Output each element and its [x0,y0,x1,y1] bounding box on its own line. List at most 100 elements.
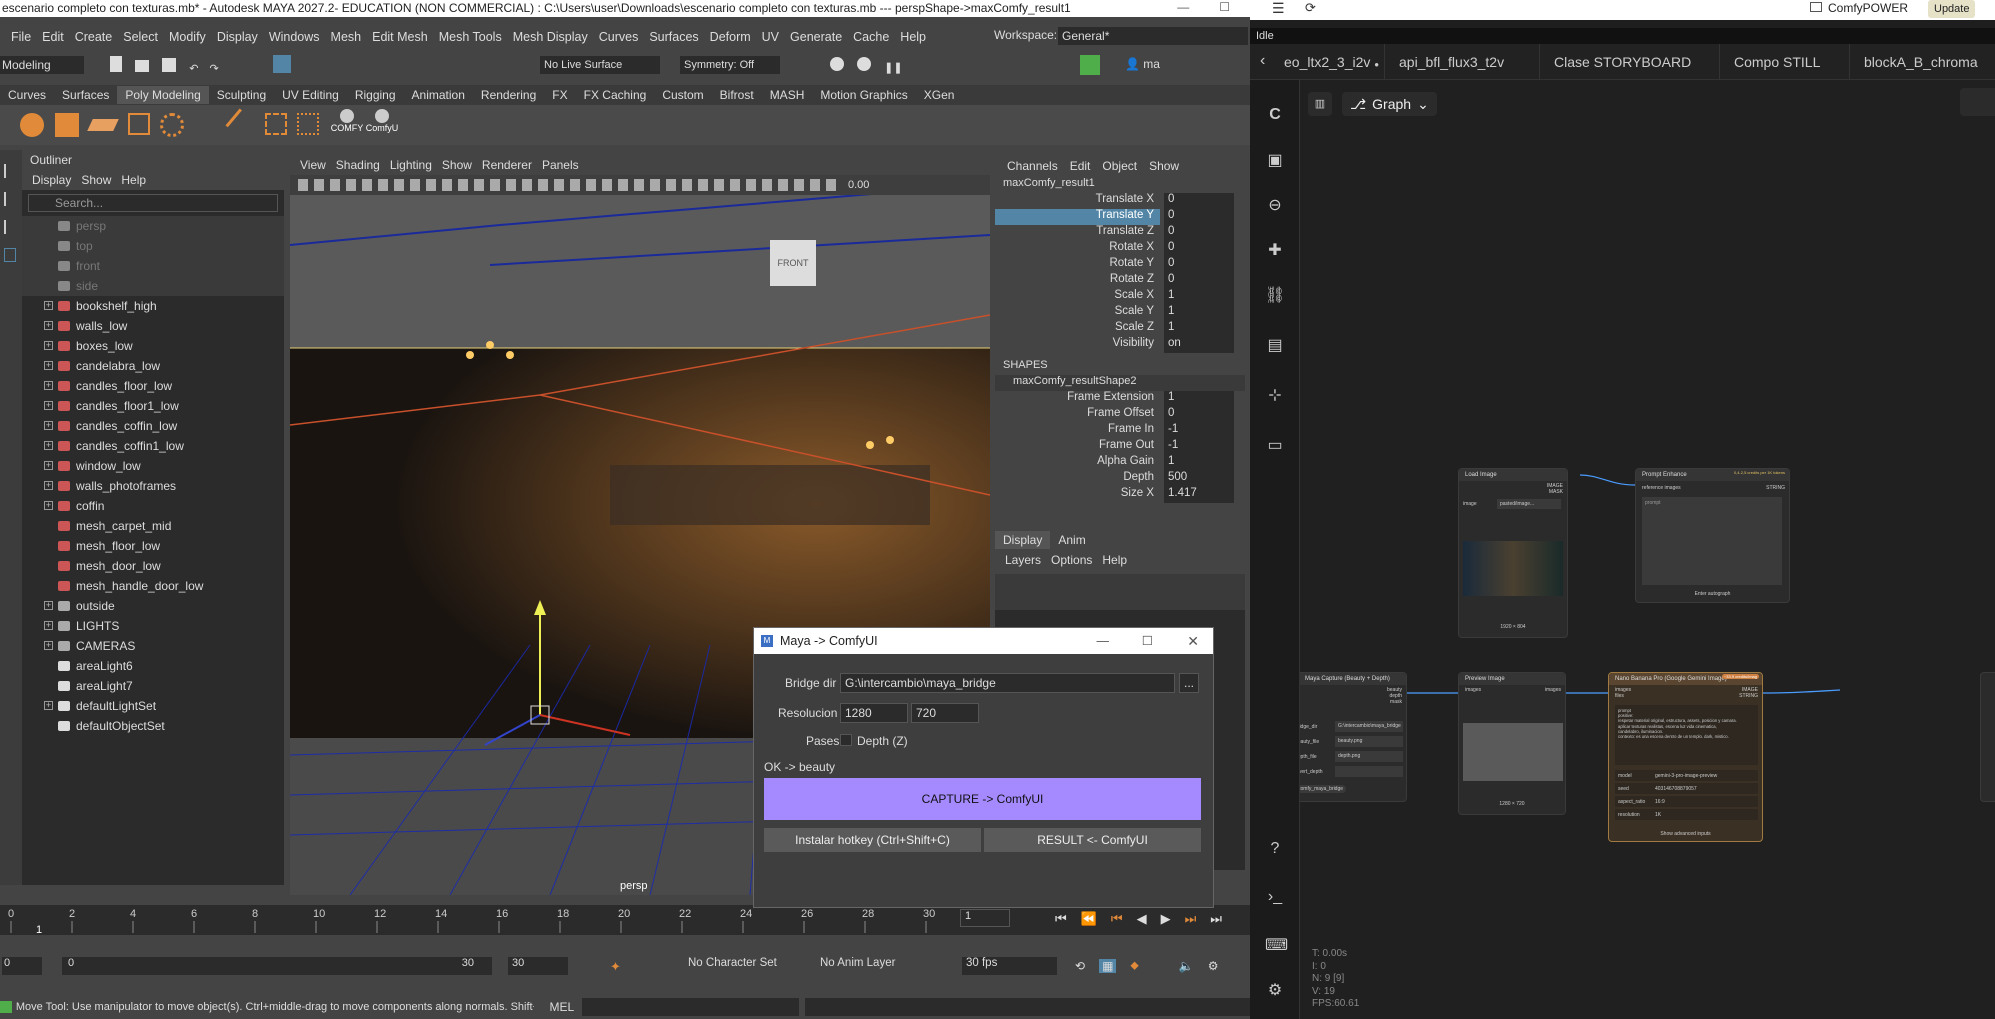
menu-file[interactable]: File [11,30,31,44]
banana-prompt[interactable]: prompt positive: respetar material origi… [1615,705,1758,765]
workflow-tab[interactable]: eo_ltx2_3_i2v ● [1270,44,1385,80]
outliner-item[interactable]: persp [22,216,284,236]
character-set-select[interactable]: No Character Set [688,957,793,975]
menu-create[interactable]: Create [75,30,113,44]
node-field[interactable]: model gemini-3-pro-image-preview [1615,770,1758,781]
menu-windows[interactable]: Windows [269,30,320,44]
templates-icon[interactable]: ▤ [1265,335,1285,355]
autograph-button[interactable]: Enter autograph [1636,591,1789,597]
queue-icon[interactable]: ▭ [1265,435,1285,455]
menu-edit[interactable]: Edit [42,30,64,44]
tab-anim[interactable]: Anim [1050,531,1093,549]
channel-value[interactable]: 1 [1164,455,1234,471]
outliner-item[interactable]: + candelabra_low [22,356,284,376]
channel-row[interactable]: Visibility on [995,337,1245,353]
node-offscreen[interactable] [1980,672,1995,802]
outliner-item[interactable]: mesh_handle_door_low [22,576,284,596]
expand-icon[interactable]: + [44,381,53,390]
node-maya-capture[interactable]: Maya Capture (Beauty + Depth) beauty dept… [1300,672,1407,802]
viewport-menu-show[interactable]: Show [442,158,472,172]
outliner-item[interactable]: side [22,276,284,296]
play-forward-icon[interactable]: ▶ [1161,911,1171,927]
menu-cache[interactable]: Cache [853,30,889,44]
smooth-icon[interactable] [160,113,184,137]
menu-uv[interactable]: UV [762,30,779,44]
advanced-inputs-button[interactable]: Show advanced inputs [1609,831,1762,837]
channel-value[interactable]: 0 [1164,407,1234,423]
ipr-icon[interactable] [857,57,872,71]
outliner-menu-show[interactable]: Show [81,173,111,187]
mel-command-input[interactable] [582,998,800,1016]
expand-icon[interactable]: + [44,501,53,510]
viewport-tool-icons[interactable] [298,179,838,191]
channel-value[interactable]: 0 [1164,241,1234,257]
channel-value[interactable]: 1 [1164,321,1234,337]
outliner-item[interactable]: + candles_floor_low [22,376,284,396]
nodes-library-icon[interactable]: ✚ [1265,240,1285,260]
go-end-icon[interactable]: ⏭ [1210,911,1222,927]
channel-value[interactable]: -1 [1164,439,1234,455]
keyframe-icon[interactable]: ⬥ [1130,958,1138,973]
node-field[interactable]: beauty_file beauty.png [1300,735,1403,748]
node-field[interactable]: depth_file depth.png [1300,750,1403,763]
channel-value[interactable]: 0 [1164,209,1234,225]
channel-row[interactable]: Rotate X 0 [995,241,1245,257]
workflow-tab[interactable]: api_bfl_flux3_t2v [1385,44,1540,80]
minimize-icon[interactable]: — [1177,0,1189,14]
paint-icon[interactable] [4,220,16,234]
outliner-item[interactable]: + coffin [22,496,284,516]
save-file-icon[interactable] [162,58,177,72]
channel-value[interactable]: on [1164,337,1234,353]
menu-select[interactable]: Select [123,30,158,44]
outliner-item[interactable]: + window_low [22,456,284,476]
channel-menu-show[interactable]: Show [1149,159,1179,173]
outliner-item[interactable]: + candles_coffin_low [22,416,284,436]
shelf-tab-rendering[interactable]: Rendering [473,86,544,104]
expand-icon[interactable]: + [44,441,53,450]
shelf-tab-animation[interactable]: Animation [404,86,473,104]
poly-plane-icon[interactable] [87,119,119,131]
node-field[interactable]: seed 403146708879057 [1615,783,1758,794]
prefs-icon[interactable]: ⚙ [1208,959,1219,973]
menu-icon[interactable]: ☰ [1272,0,1285,17]
mel-label[interactable]: MEL [549,1000,574,1014]
bridge-dir-input[interactable]: G:\intercambio\maya_bridge [840,673,1175,693]
menu-mesh-display[interactable]: Mesh Display [513,30,588,44]
outliner-item[interactable]: + defaultLightSet [22,696,284,716]
comfy-shelf-button[interactable]: COMFY [330,109,364,143]
undo-icon[interactable]: ↶ [189,63,198,75]
menu-generate[interactable]: Generate [790,30,842,44]
channel-row[interactable]: Depth 500 [995,471,1245,487]
install-hotkey-button[interactable]: Instalar hotkey (Ctrl+Shift+C) [764,828,981,852]
outliner-item[interactable]: + bookshelf_high [22,296,284,316]
shelf-tab-xgen[interactable]: XGen [916,86,963,104]
range-end-field[interactable]: 30 [508,957,568,975]
menu-surfaces[interactable]: Surfaces [649,30,698,44]
node-field[interactable]: bridge_dir G:\intercambio\maya_bridge [1300,720,1403,733]
fps-select[interactable]: 30 fps [962,957,1057,975]
expand-icon[interactable]: + [44,341,53,350]
channel-value[interactable]: 1 [1164,289,1234,305]
channel-row[interactable]: Scale Y 1 [995,305,1245,321]
symmetry-select[interactable]: Symmetry: Off [680,56,780,74]
pause-icon[interactable]: ❚❚ [884,62,902,74]
outliner-item[interactable]: defaultObjectSet [22,716,284,736]
outliner-item[interactable]: + LIGHTS [22,616,284,636]
combine-icon[interactable] [128,113,150,135]
outliner-item[interactable]: + candles_coffin1_low [22,436,284,456]
workflow-tab[interactable]: Compo STILL [1720,44,1850,80]
go-start-icon[interactable]: ⏮ [1055,911,1067,927]
menu-display[interactable]: Display [217,30,258,44]
outliner-item[interactable]: + CAMERAS [22,636,284,656]
expand-icon[interactable]: + [44,421,53,430]
poly-sphere-icon[interactable] [20,113,44,137]
auto-key-icon[interactable]: ✦ [610,959,621,975]
shelf-tab-motion-graphics[interactable]: Motion Graphics [812,86,915,104]
expand-icon[interactable]: + [44,481,53,490]
node-field[interactable]: invert_depth [1300,765,1403,778]
step-back-icon[interactable]: ⏪ [1081,911,1097,927]
time-slider[interactable]: 0 2 4 6 8 10 12 14 16 18 20 22 24 26 28 30 1 1 ⏮ ⏪ ⏮ ◀ ▶… [0,905,1250,936]
viewport-menu-lighting[interactable]: Lighting [390,158,432,172]
dialog-close-icon[interactable]: ✕ [1187,628,1199,654]
settings-icon[interactable]: ⚙ [1265,980,1285,1000]
